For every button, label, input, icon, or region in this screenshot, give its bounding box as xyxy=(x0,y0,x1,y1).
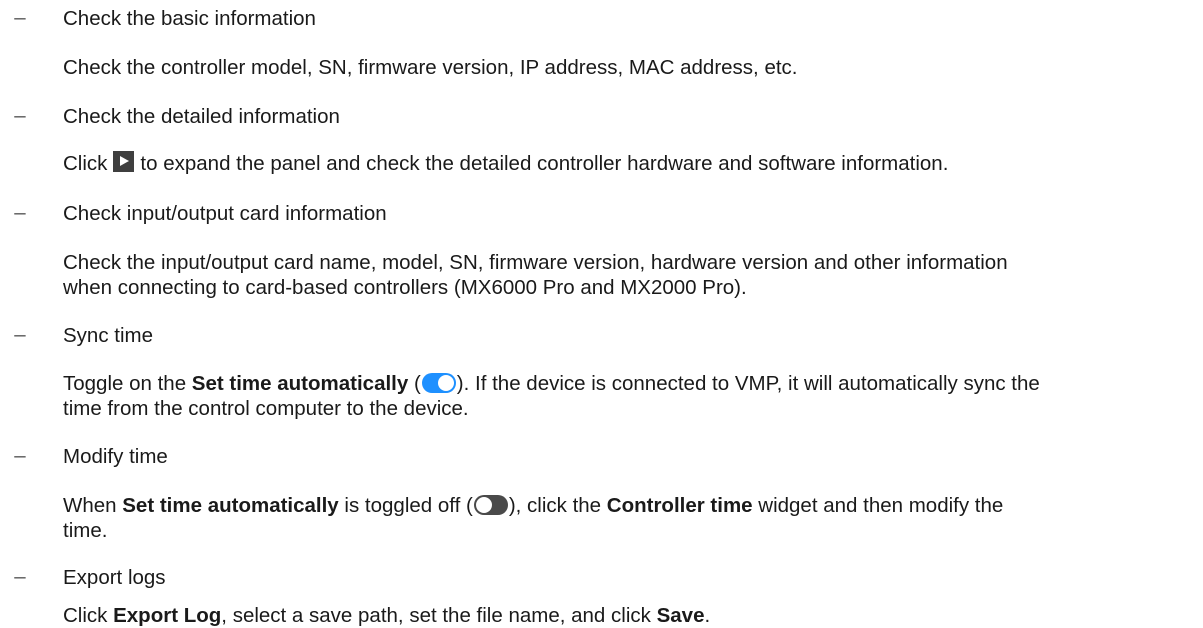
bullet-dash: – xyxy=(14,444,26,467)
section-description: Check the input/output card name, model,… xyxy=(63,250,1143,300)
section-description: Check the controller model, SN, firmware… xyxy=(63,56,798,79)
desc-text: to expand the panel and check the detail… xyxy=(140,152,949,175)
section-description: Toggle on the Set time automatically ().… xyxy=(63,371,1143,421)
bullet-dash: – xyxy=(14,6,26,29)
desc-text: Click xyxy=(63,152,108,175)
desc-text: widget and then modify the xyxy=(752,494,1004,517)
desc-text: ( xyxy=(408,372,421,395)
desc-text: ). If the device is connected to VMP, it… xyxy=(456,372,1040,395)
toggle-off-icon xyxy=(473,495,508,515)
toggle-knob xyxy=(475,497,492,513)
desc-text: ), click the xyxy=(508,494,607,517)
section-heading: Check the basic information xyxy=(63,7,316,30)
desc-line: Check the input/output card name, model,… xyxy=(63,251,1008,274)
section-description: Click to expand the panel and check the d… xyxy=(63,151,1143,176)
desc-line: time from the control computer to the de… xyxy=(63,397,469,420)
desc-text: Toggle on the xyxy=(63,372,192,395)
desc-bold: Set time automatically xyxy=(191,372,409,395)
bullet-dash: – xyxy=(14,565,26,588)
expand-arrow-icon xyxy=(113,151,135,172)
section-heading: Export logs xyxy=(63,566,166,589)
desc-text: When xyxy=(63,494,123,517)
section-description: Click Export Log, select a save path, se… xyxy=(63,603,1143,628)
bullet-dash: – xyxy=(14,201,26,224)
bullet-dash: – xyxy=(14,323,26,346)
section-heading: Check the detailed information xyxy=(63,105,340,128)
toggle-on-icon xyxy=(421,373,456,393)
desc-bold: Export Log xyxy=(113,604,222,627)
desc-bold: Save xyxy=(656,604,705,627)
desc-text: . xyxy=(704,604,711,627)
section-description: When Set time automatically is toggled o… xyxy=(63,493,1143,543)
bullet-dash: – xyxy=(14,104,26,127)
section-heading: Check input/output card information xyxy=(63,202,387,225)
desc-line: time. xyxy=(63,519,108,542)
section-heading: Sync time xyxy=(63,324,153,347)
desc-bold: Set time automatically xyxy=(122,494,339,517)
desc-bold: Controller time xyxy=(606,494,753,517)
desc-line: when connecting to card-based controller… xyxy=(63,276,747,299)
desc-text: , select a save path, set the file name,… xyxy=(221,604,657,627)
desc-text: Click xyxy=(63,604,114,627)
toggle-knob xyxy=(437,375,454,391)
desc-text: is toggled off ( xyxy=(338,494,473,517)
section-heading: Modify time xyxy=(63,445,168,468)
